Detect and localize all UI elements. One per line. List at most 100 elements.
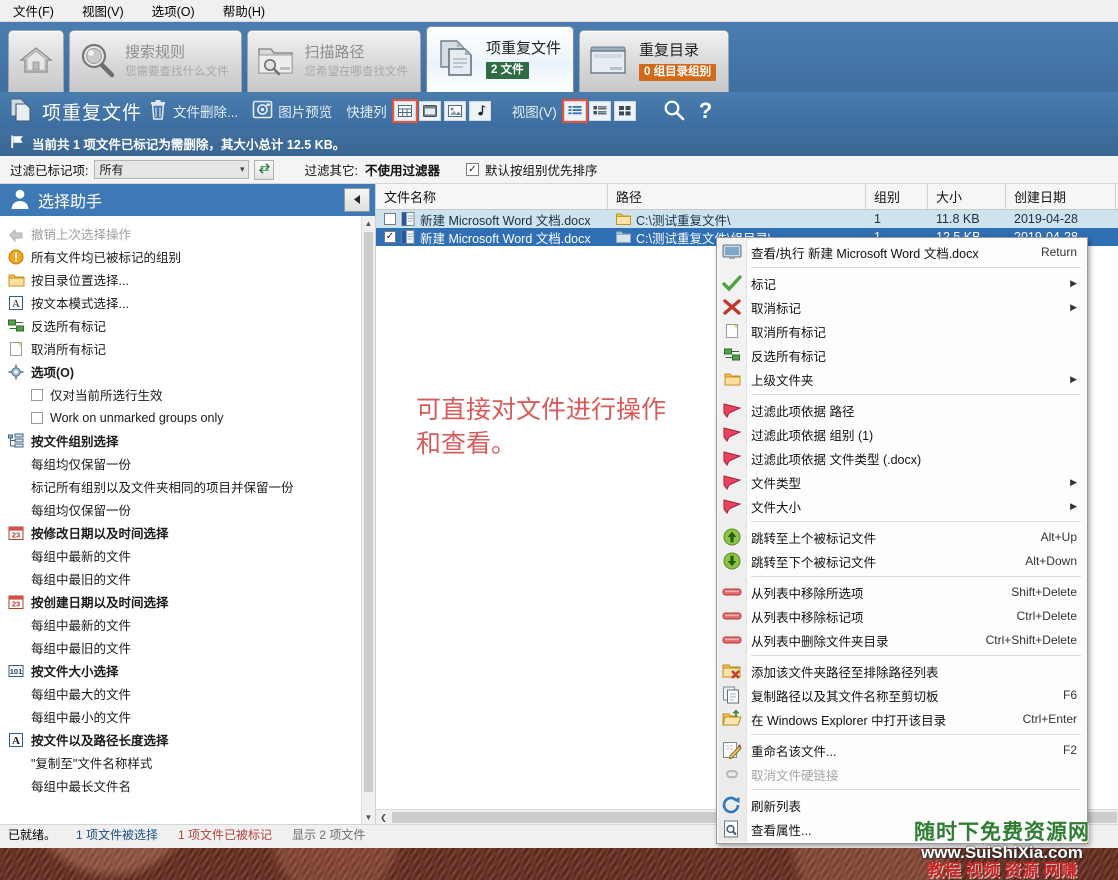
folder-exclude-icon (722, 662, 742, 680)
left-vertical-scrollbar[interactable]: ▲ ▼ (361, 216, 375, 824)
assistant-item-23[interactable]: "复制至"文件名称样式 (0, 751, 361, 774)
context-menu-item-28[interactable]: 刷新列表 (717, 793, 1087, 817)
context-menu-item-19[interactable]: 从列表中删除文件夹目录Ctrl+Shift+Delete (717, 628, 1087, 652)
assistant-item-5[interactable]: 取消所有标记 (0, 337, 361, 360)
ribbon-tab-search-rules[interactable]: 搜索规则 您需要查找什么文件 (69, 30, 242, 92)
assistant-item-1[interactable]: 所有文件均已被标记的组别 (0, 245, 361, 268)
assistant-item-9[interactable]: 按文件组别选择 (0, 429, 361, 452)
context-menu-item-9[interactable]: 过滤此项依据 组别 (1) (717, 422, 1087, 446)
row-checkbox[interactable]: ✓ (384, 231, 396, 243)
page-title: 项重复文件 (42, 98, 142, 125)
assistant-item-20[interactable]: 每组中最大的文件 (0, 682, 361, 705)
context-menu-item-3[interactable]: 取消标记▶ (717, 295, 1087, 319)
search-button[interactable] (663, 99, 685, 124)
tile-icon[interactable] (614, 101, 636, 121)
assistant-item-10[interactable]: 每组均仅保留一份 (0, 452, 361, 475)
context-menu-item-18[interactable]: 从列表中移除标记项Ctrl+Delete (717, 604, 1087, 628)
filter-marked-select[interactable]: 所有 ▾ (94, 160, 249, 179)
scroll-up-arrow-icon[interactable]: ▲ (362, 216, 375, 230)
assistant-item-15[interactable]: 每组中最旧的文件 (0, 567, 361, 590)
menu-item-file[interactable]: 文件(F) (10, 0, 57, 21)
word-document-icon (401, 212, 415, 226)
assistant-item-label: 撤销上次选择操作 (31, 224, 131, 243)
assistant-item-18[interactable]: 每组中最旧的文件 (0, 636, 361, 659)
context-menu-item-6[interactable]: 上级文件夹▶ (717, 367, 1087, 391)
context-menu-item-8[interactable]: 过滤此项依据 路径 (717, 398, 1087, 422)
context-menu-item-12[interactable]: 文件大小▶ (717, 494, 1087, 518)
context-menu-item-4[interactable]: 取消所有标记 (717, 319, 1087, 343)
ribbon-tab-scan-paths[interactable]: 扫描路径 您希望在哪查找文件 (247, 30, 422, 92)
context-menu-item-26: 取消文件硬链接 (717, 762, 1087, 786)
assistant-item-24[interactable]: 每组中最长文件名 (0, 774, 361, 797)
assistant-item-3[interactable]: A按文本模式选择... (0, 291, 361, 314)
assistant-item-12[interactable]: 每组均仅保留一份 (0, 498, 361, 521)
context-menu-item-10[interactable]: 过滤此项依据 文件类型 (.docx) (717, 446, 1087, 470)
context-menu-item-14[interactable]: 跳转至上个被标记文件Alt+Up (717, 525, 1087, 549)
assistant-item-16[interactable]: 23按创建日期以及时间选择 (0, 590, 361, 613)
menu-item-help[interactable]: 帮助(H) (220, 0, 268, 21)
assistant-item-7[interactable]: 仅对当前所选行生效 (0, 383, 361, 406)
assistant-item-22[interactable]: A按文件以及路径长度选择 (0, 728, 361, 751)
list-detail-icon[interactable] (564, 101, 586, 121)
context-menu-item-5[interactable]: 反选所有标记 (717, 343, 1087, 367)
checkbox-icon[interactable] (31, 412, 43, 424)
context-menu-item-11[interactable]: 文件类型▶ (717, 470, 1087, 494)
collapse-panel-button[interactable] (344, 188, 370, 212)
context-menu-item-23[interactable]: 在 Windows Explorer 中打开该目录Ctrl+Enter (717, 707, 1087, 731)
scrollbar-thumb[interactable] (364, 232, 373, 792)
context-menu-item-15[interactable]: 跳转至下个被标记文件Alt+Down (717, 549, 1087, 573)
assistant-item-label: 标记所有组别以及文件夹相同的项目并保留一份 (31, 477, 294, 496)
context-menu-item-21[interactable]: 添加该文件夹路径至排除路径列表 (717, 659, 1087, 683)
assistant-item-19[interactable]: 101按文件大小选择 (0, 659, 361, 682)
picture-icon[interactable] (444, 101, 466, 121)
menu-item-view[interactable]: 视图(V) (79, 0, 127, 21)
context-menu-item-29[interactable]: 查看属性... (717, 817, 1087, 841)
column-header-2[interactable]: 组别 (866, 184, 928, 209)
table-row[interactable]: 新建 Microsoft Word 文档.docxC:\测试重复文件\111.8… (376, 210, 1118, 228)
menu-item-options[interactable]: 选项(O) (149, 0, 198, 21)
checkbox-icon[interactable] (31, 389, 43, 401)
context-menu[interactable]: 查看/执行 新建 Microsoft Word 文档.docxReturn 标记▶… (716, 237, 1088, 844)
column-header-1[interactable]: 路径 (608, 184, 866, 209)
context-menu-item-22[interactable]: 复制路径以及其文件名称至剪切板F6 (717, 683, 1087, 707)
context-menu-item-17[interactable]: 从列表中移除所选项Shift+Delete (717, 580, 1087, 604)
context-menu-item-25[interactable]: 重命名该文件...F2 (717, 738, 1087, 762)
ribbon-tab-home[interactable] (8, 30, 64, 92)
file-delete-button[interactable]: 文件删除... (148, 99, 238, 124)
list-icon[interactable] (589, 101, 611, 121)
ribbon-tab-duplicate-folders[interactable]: 重复目录 0 组目录组别 (579, 30, 729, 92)
image-preview-button[interactable]: 图片预览 (252, 99, 332, 123)
assistant-item-2[interactable]: 按目录位置选择... (0, 268, 361, 291)
music-note-icon[interactable] (469, 101, 491, 121)
help-button[interactable]: ? (699, 100, 712, 122)
column-header-4[interactable]: 创建日期 (1006, 184, 1116, 209)
table-icon[interactable] (394, 101, 416, 121)
file-name-cell[interactable]: ✓新建 Microsoft Word 文档.docx (376, 228, 608, 247)
assistant-item-11[interactable]: 标记所有组别以及文件夹相同的项目并保留一份 (0, 475, 361, 498)
row-checkbox[interactable] (384, 213, 396, 225)
context-menu-item-2[interactable]: 标记▶ (717, 271, 1087, 295)
assistant-item-6[interactable]: 选项(O) (0, 360, 361, 383)
ribbon-tab-title: 搜索规则 (125, 44, 229, 63)
scroll-down-arrow-icon[interactable]: ▼ (362, 810, 375, 824)
assistant-item-17[interactable]: 每组中最新的文件 (0, 613, 361, 636)
assistant-item-21[interactable]: 每组中最小的文件 (0, 705, 361, 728)
assistant-item-8[interactable]: Work on unmarked groups only (0, 406, 361, 429)
folder-icon (722, 370, 742, 388)
column-header-0[interactable]: 文件名称 (376, 184, 608, 209)
filter-refresh-button[interactable] (254, 160, 274, 180)
column-header-3[interactable]: 大小 (928, 184, 1006, 209)
ribbon-tab-duplicate-files[interactable]: 项重复文件 2 文件 (426, 26, 574, 92)
file-name-cell[interactable]: 新建 Microsoft Word 文档.docx (376, 210, 608, 229)
group-sort-checkbox[interactable]: ✓ 默认按组别优先排序 (466, 160, 598, 179)
context-menu-item-0[interactable]: 查看/执行 新建 Microsoft Word 文档.docxReturn (717, 240, 1087, 264)
context-menu-item-label: 查看/执行 新建 Microsoft Word 文档.docx (751, 243, 1027, 262)
file-path-label: C:\测试重复文件\ (636, 210, 730, 229)
context-menu-item-label: 过滤此项依据 组别 (1) (751, 425, 1077, 444)
assistant-item-13[interactable]: 23按修改日期以及时间选择 (0, 521, 361, 544)
window-icon[interactable] (419, 101, 441, 121)
assistant-item-4[interactable]: 反选所有标记 (0, 314, 361, 337)
filter-marked-value: 所有 (99, 161, 123, 178)
scroll-left-arrow-icon[interactable]: ❮ (376, 810, 391, 825)
assistant-item-14[interactable]: 每组中最新的文件 (0, 544, 361, 567)
